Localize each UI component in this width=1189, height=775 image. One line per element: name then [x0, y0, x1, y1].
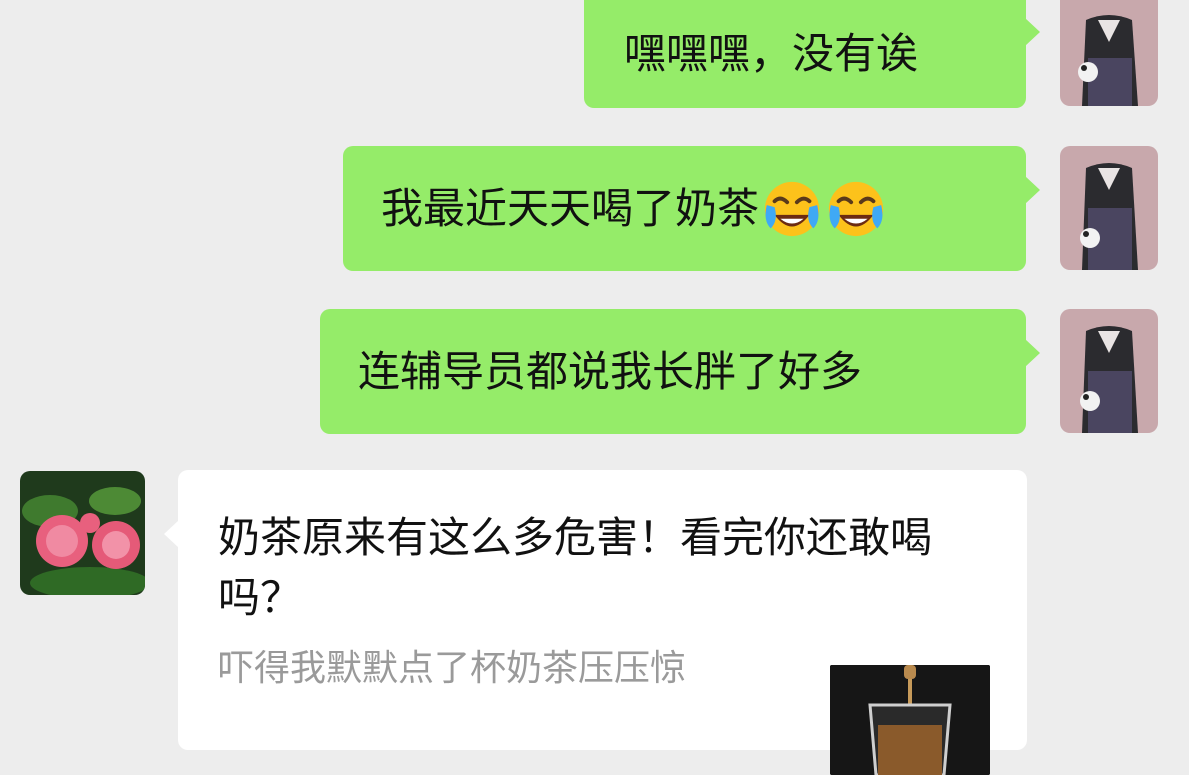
message-bubble-outgoing[interactable]: 我最近天天喝了奶茶: [343, 146, 1040, 271]
avatar-image: [20, 471, 145, 595]
avatar[interactable]: [1060, 0, 1158, 106]
link-card-message[interactable]: 奶茶原来有这么多危害！看完你还敢喝吗？ 吓得我默默点了杯奶茶压压惊: [164, 470, 1027, 775]
link-card-thumbnail: [830, 665, 990, 775]
avatar-image: [1060, 146, 1158, 270]
message-text: 我最近天天喝了奶茶: [381, 183, 760, 233]
face-with-tears-of-joy-icon: [764, 181, 820, 236]
avatar[interactable]: [1060, 146, 1158, 270]
avatar[interactable]: [20, 471, 145, 595]
message-text: 连辅导员都说我长胖了好多: [358, 346, 863, 396]
message-text: 嘿嘿嘿，没有诶: [624, 29, 919, 78]
link-card-title: 奶茶原来有这么多危害！看完你还敢喝吗？: [218, 513, 933, 622]
face-with-tears-of-joy-icon: [828, 181, 884, 236]
avatar-image: [1060, 0, 1158, 106]
avatar-image: [1060, 309, 1158, 433]
link-card-description: 吓得我默默点了杯奶茶压压惊: [218, 648, 687, 689]
message-bubble-outgoing[interactable]: 嘿嘿嘿，没有诶: [584, 0, 1040, 108]
message-bubble-outgoing[interactable]: 连辅导员都说我长胖了好多: [320, 309, 1040, 434]
avatar[interactable]: [1060, 309, 1158, 433]
